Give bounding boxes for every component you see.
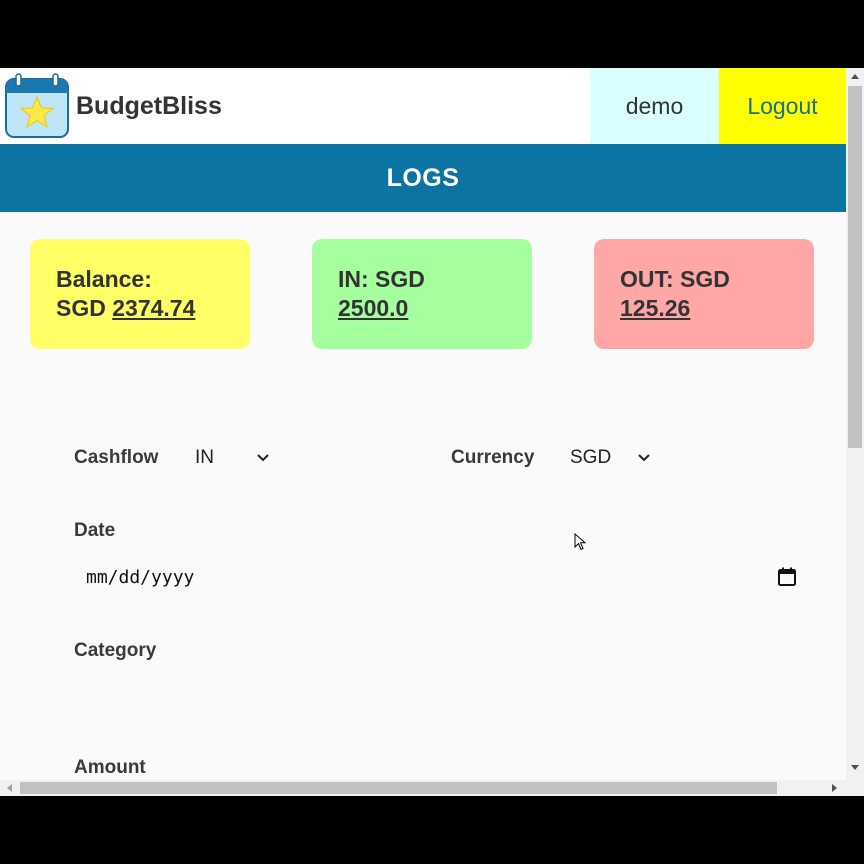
balance-value: 2374.74: [112, 295, 196, 321]
cash-in-card: IN: SGD 2500.0: [312, 239, 532, 349]
date-label: Date: [74, 520, 116, 541]
cashflow-label: Cashflow: [74, 447, 159, 468]
page-title: LOGS: [0, 144, 846, 212]
balance-currency: SGD: [56, 295, 106, 321]
cashflow-select[interactable]: IN: [195, 447, 270, 469]
cash-out-label: OUT: SGD: [620, 266, 730, 292]
cash-in-value: 2500.0: [338, 295, 409, 321]
date-input[interactable]: mm/dd/yyyy: [74, 560, 804, 594]
top-navbar: BudgetBliss demo Logout: [0, 68, 846, 144]
vertical-scrollbar[interactable]: [846, 68, 864, 796]
balance-card: Balance: SGD 2374.74: [30, 239, 250, 349]
date-placeholder: mm/dd/yyyy: [86, 566, 195, 588]
username-display: demo: [590, 68, 719, 144]
scroll-up-arrow-icon[interactable]: [850, 72, 860, 82]
scroll-right-arrow-icon[interactable]: [829, 783, 839, 793]
calendar-icon[interactable]: [776, 566, 798, 588]
horizontal-scrollbar[interactable]: [0, 780, 846, 796]
brand[interactable]: BudgetBliss: [0, 68, 590, 144]
horizontal-scroll-thumb[interactable]: [20, 782, 777, 794]
category-label: Category: [74, 640, 157, 661]
scroll-down-arrow-icon[interactable]: [850, 762, 860, 772]
cashflow-selected-value: IN: [195, 447, 214, 468]
mouse-cursor-icon: [574, 533, 586, 551]
balance-label: Balance:: [56, 266, 152, 292]
currency-selected-value: SGD: [570, 447, 612, 468]
amount-label: Amount: [74, 757, 146, 778]
calendar-star-logo-icon: [5, 73, 69, 138]
cash-in-label: IN: SGD: [338, 266, 425, 292]
balance-amount-line: SGD 2374.74: [56, 294, 230, 323]
chevron-down-icon: [638, 454, 650, 462]
currency-label: Currency: [451, 447, 535, 468]
cash-out-value: 125.26: [620, 295, 691, 321]
cash-out-card: OUT: SGD 125.26: [594, 239, 814, 349]
browser-viewport: BudgetBliss demo Logout LOGS Balance: SG…: [0, 68, 864, 796]
scroll-left-arrow-icon[interactable]: [5, 783, 15, 793]
vertical-scroll-thumb[interactable]: [848, 86, 862, 448]
brand-name: BudgetBliss: [76, 91, 222, 120]
chevron-down-icon: [257, 454, 269, 462]
logout-button[interactable]: Logout: [719, 68, 846, 144]
currency-select[interactable]: SGD: [570, 447, 651, 469]
